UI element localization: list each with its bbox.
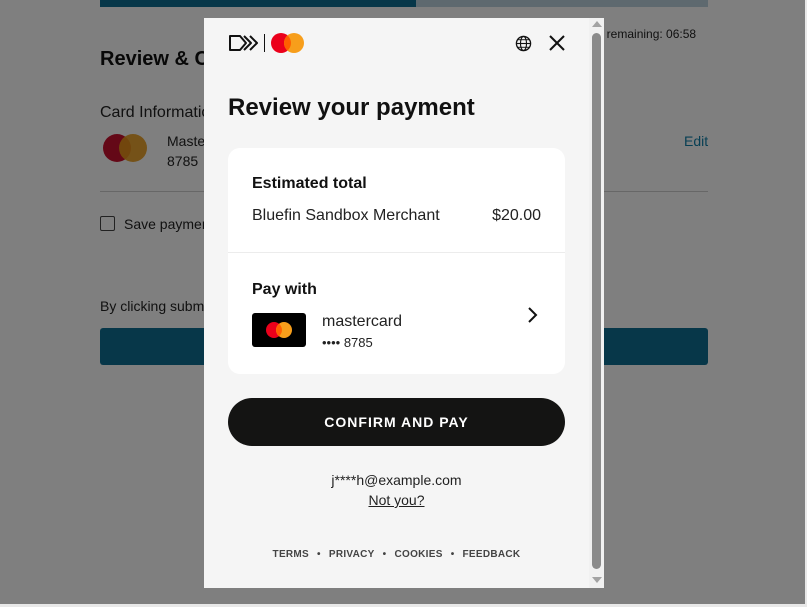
privacy-link[interactable]: PRIVACY xyxy=(329,549,375,560)
chevron-right-icon[interactable] xyxy=(526,305,540,325)
scroll-up-arrow-icon[interactable] xyxy=(592,21,602,27)
payment-summary-card: Estimated total Bluefin Sandbox Merchant… xyxy=(228,148,565,374)
scrollbar-thumb[interactable] xyxy=(592,33,601,569)
not-you-row: Not you? xyxy=(204,492,589,508)
close-icon[interactable] xyxy=(547,33,567,53)
scrollbar[interactable] xyxy=(589,18,604,588)
separator-dot: • xyxy=(317,549,321,560)
card-masked-number: •••• 8785 xyxy=(322,335,373,350)
total-amount: $20.00 xyxy=(492,207,541,224)
cookies-link[interactable]: COOKIES xyxy=(394,549,442,560)
merchant-name: Bluefin Sandbox Merchant xyxy=(252,207,440,224)
confirm-and-pay-button[interactable]: CONFIRM AND PAY xyxy=(228,398,565,446)
separator-dot: • xyxy=(382,549,387,560)
separator-dot: • xyxy=(450,549,455,560)
mastercard-logo-icon xyxy=(271,33,304,53)
feedback-link[interactable]: FEEDBACK xyxy=(463,549,521,560)
terms-link[interactable]: TERMS xyxy=(273,549,310,560)
modal-title: Review your payment xyxy=(228,94,475,121)
card-thumbnail xyxy=(252,313,306,347)
not-you-link[interactable]: Not you? xyxy=(368,492,424,508)
pay-with-label: Pay with xyxy=(252,281,317,298)
estimated-total-label: Estimated total xyxy=(252,175,367,192)
scroll-down-arrow-icon[interactable] xyxy=(592,577,602,583)
mastercard-logo-icon xyxy=(266,322,292,338)
globe-icon[interactable] xyxy=(515,35,532,52)
payment-review-modal: Review your payment Estimated total Blue… xyxy=(204,18,604,588)
footer-links: TERMS • PRIVACY • COOKIES • FEEDBACK xyxy=(204,549,589,560)
card-brand-name: mastercard xyxy=(322,313,403,330)
user-email: j****h@example.com xyxy=(331,472,462,488)
click-to-pay-icon xyxy=(229,35,258,51)
brand-separator xyxy=(264,34,265,52)
